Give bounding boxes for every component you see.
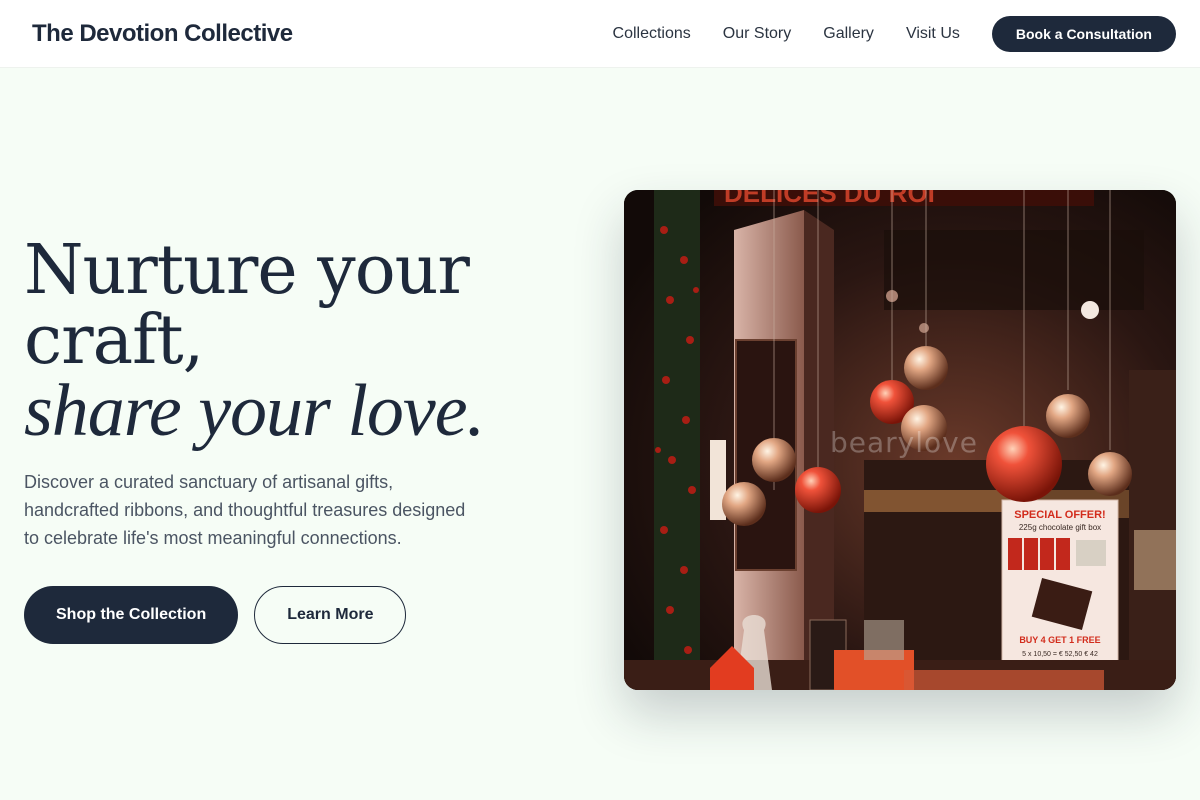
hero-headline: Nurture your craft, share your love. [24, 231, 584, 452]
headline-line-3: share your love. [24, 370, 485, 452]
learn-more-button[interactable]: Learn More [254, 586, 407, 644]
svg-text:DELICES DU ROI: DELICES DU ROI [724, 190, 935, 208]
shop-collection-button[interactable]: Shop the Collection [24, 586, 239, 644]
sign-offer: BUY 4 GET 1 FREE [1019, 635, 1100, 645]
headline-line-1: Nurture your [24, 231, 470, 310]
image-watermark: bearylove [830, 426, 978, 459]
sign-title: SPECIAL OFFER! [1014, 509, 1105, 521]
main-nav: Collections Our Story Gallery Visit Us B… [613, 15, 1176, 52]
site-header: The Devotion Collective Collections Our … [0, 0, 1200, 68]
nav-link-collections[interactable]: Collections [613, 25, 691, 43]
nav-link-our-story[interactable]: Our Story [723, 25, 791, 43]
hero-content: Nurture your craft, share your love. Dis… [24, 236, 584, 644]
brand-logo[interactable]: The Devotion Collective [32, 20, 293, 48]
headline-line-2: craft, [24, 301, 204, 380]
nav-link-visit-us[interactable]: Visit Us [906, 25, 960, 43]
hero-actions: Shop the Collection Learn More [24, 586, 584, 644]
hero-image: DELICES DU ROI SPECIAL OFFER! 225g choco… [624, 190, 1176, 690]
garland [654, 190, 700, 690]
sign-subtitle: 225g chocolate gift box [1019, 523, 1101, 532]
special-offer-sign: SPECIAL OFFER! 225g chocolate gift box B… [1001, 499, 1119, 665]
nav-link-gallery[interactable]: Gallery [823, 25, 874, 43]
book-consultation-button[interactable]: Book a Consultation [991, 15, 1176, 52]
hero-description: Discover a curated sanctuary of artisana… [24, 472, 466, 548]
sign-price: 5 x 10,50 = € 52,50 € 42 [1022, 651, 1098, 658]
